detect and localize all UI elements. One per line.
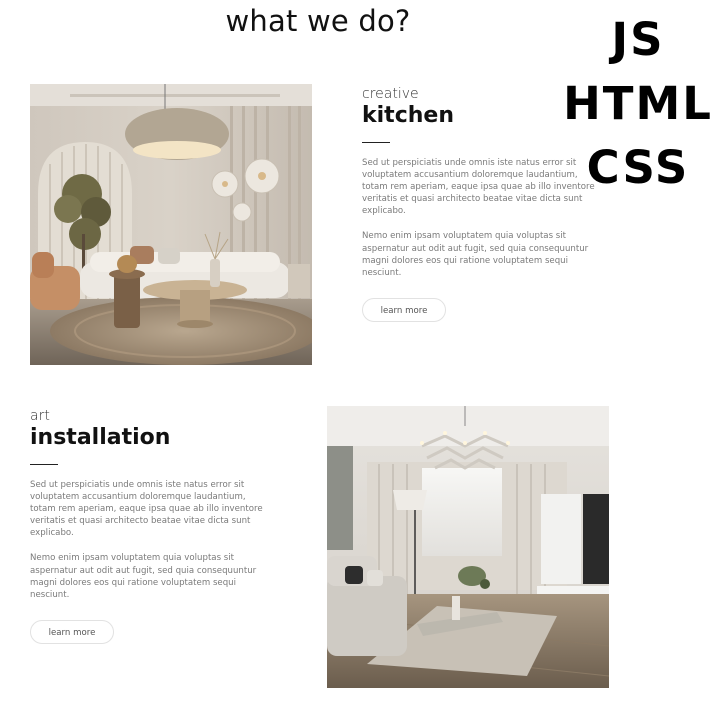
interior-chandelier-photo xyxy=(327,406,609,688)
section-paragraph: Nemo enim ipsam voluptatem quia voluptas… xyxy=(362,231,589,278)
section-paragraph: Sed ut perspiciatis unde omnis iste natu… xyxy=(30,480,263,539)
page-title: what we do? xyxy=(225,4,411,38)
tech-label-css: CSS xyxy=(586,141,690,194)
tech-stack-overlay: JS HTML CSS xyxy=(548,8,720,200)
learn-more-button[interactable]: learn more xyxy=(362,297,446,322)
page: what we do? JS HTML CSS creative kitchen… xyxy=(0,0,720,720)
section-paragraph: Nemo enim ipsam voluptatem quia voluptas… xyxy=(30,553,257,600)
section-art-installation: art installation Sed ut perspiciatis und… xyxy=(30,408,275,644)
tech-label-js: JS xyxy=(611,13,665,66)
learn-more-button[interactable]: learn more xyxy=(30,619,114,644)
tech-label-html: HTML xyxy=(563,77,713,130)
section-eyebrow: art xyxy=(30,408,50,424)
heading-divider xyxy=(30,464,58,465)
living-room-photo xyxy=(30,84,312,365)
section-heading: installation xyxy=(30,425,171,450)
heading-divider xyxy=(362,142,390,143)
